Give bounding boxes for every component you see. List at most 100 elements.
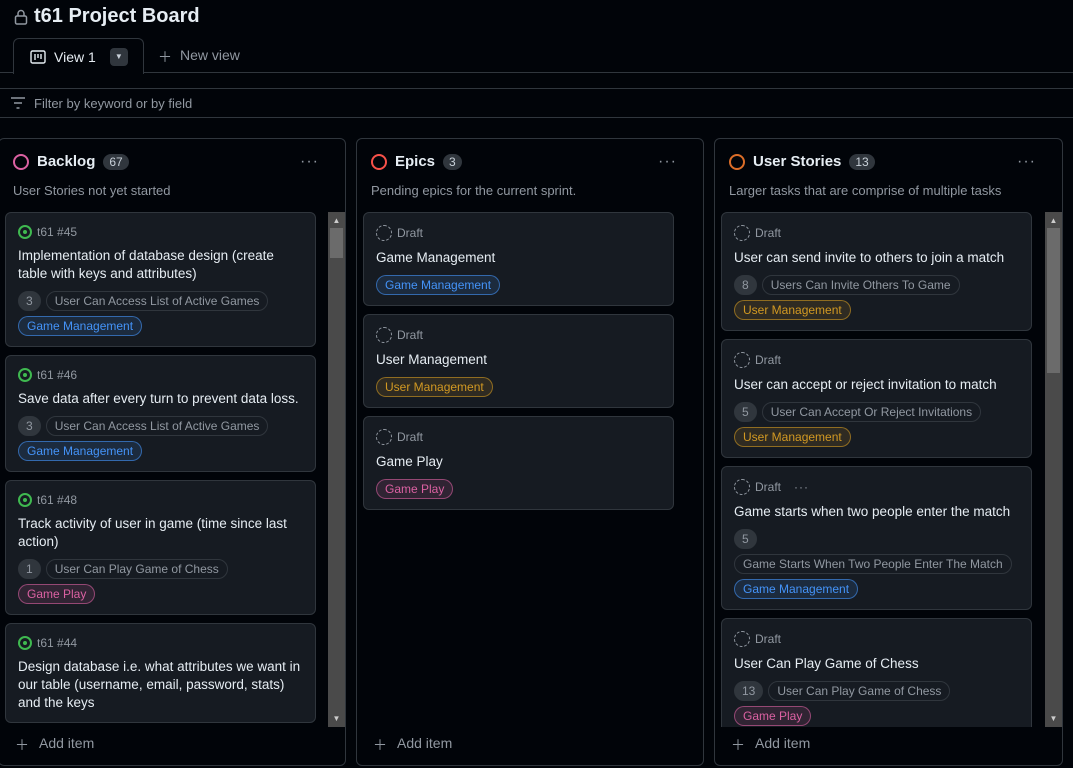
tab-view-1[interactable]: View 1 ▼: [13, 38, 144, 74]
draft-icon: [376, 225, 392, 241]
column-count: 3: [443, 153, 462, 170]
add-item-button[interactable]: ＋ Add item: [15, 735, 94, 755]
card[interactable]: t61 #46 Save data after every turn to pre…: [5, 355, 316, 472]
scroll-down-arrow-icon[interactable]: ▼: [1045, 710, 1062, 727]
label-pill[interactable]: User Management: [734, 300, 851, 320]
add-item-button[interactable]: ＋ Add item: [373, 735, 452, 755]
plus-icon: ＋: [158, 49, 172, 65]
card-ref: t61 #46: [37, 368, 78, 382]
view-options-dropdown[interactable]: ▼: [109, 47, 128, 66]
card-title[interactable]: Save data after every turn to prevent da…: [18, 390, 303, 408]
card-title[interactable]: Game starts when two people enter the ma…: [734, 503, 1019, 521]
filter-input[interactable]: Filter by keyword or by field: [0, 88, 1073, 118]
filter-icon: [11, 97, 25, 109]
card-title[interactable]: User can accept or reject invitation to …: [734, 376, 1019, 394]
points-badge: 3: [18, 291, 41, 311]
add-item-label: Add item: [755, 735, 811, 751]
parent-issue-pill[interactable]: User Can Play Game of Chess: [45, 559, 228, 579]
label-pill[interactable]: Game Play: [734, 706, 812, 726]
label-pill[interactable]: Game Management: [18, 316, 143, 336]
card[interactable]: t61 #44 Design database i.e. what attribu…: [5, 623, 316, 723]
column-menu-button[interactable]: ···: [1017, 153, 1036, 171]
card-ref: t61 #44: [37, 636, 78, 650]
card-title[interactable]: Game Management: [376, 249, 661, 267]
points-badge: 8: [734, 275, 757, 295]
card[interactable]: Draft User can accept or reject invitatio…: [721, 339, 1032, 458]
card-ref: Draft: [755, 353, 782, 367]
new-view-button[interactable]: ＋ New view: [158, 47, 240, 67]
card-ref: Draft: [397, 430, 424, 444]
scroll-down-arrow-icon[interactable]: ▼: [328, 710, 345, 727]
plus-icon: ＋: [731, 737, 745, 753]
card-title[interactable]: User can send invite to others to join a…: [734, 249, 1019, 267]
card[interactable]: Draft Game Management Game Management: [363, 212, 674, 306]
card-menu-button[interactable]: ···: [794, 480, 809, 494]
draft-icon: [734, 225, 750, 241]
column-count: 67: [103, 153, 129, 170]
card[interactable]: Draft User Can Play Game of Chess 13 User C…: [721, 618, 1032, 727]
parent-issue-pill[interactable]: User Can Accept Or Reject Invitations: [761, 402, 982, 422]
card-title[interactable]: Track activity of user in game (time sin…: [18, 515, 303, 551]
scrollbar-thumb[interactable]: [330, 228, 343, 258]
card[interactable]: Draft User Management User Management: [363, 314, 674, 408]
card-meta: Draft: [376, 225, 661, 241]
parent-issue-pill[interactable]: Users Can Invite Others To Game: [761, 275, 960, 295]
card-meta: Draft ···: [734, 479, 1019, 495]
column-name: Epics: [395, 153, 436, 170]
card-ref: t61 #45: [37, 225, 78, 239]
card[interactable]: Draft ··· Game starts when two people ente…: [721, 466, 1032, 610]
points-badge: 5: [734, 529, 757, 549]
tab-label: View 1: [54, 48, 96, 65]
card-fields: Game Play: [376, 479, 661, 499]
column-scrollbar[interactable]: ▲ ▼: [328, 212, 345, 727]
scrollbar-thumb[interactable]: [1047, 228, 1060, 373]
column-backlog: Backlog 67 ··· User Stories not yet start…: [0, 138, 346, 766]
label-pill[interactable]: Game Play: [18, 584, 96, 604]
card-title[interactable]: User Management: [376, 351, 661, 369]
filter-placeholder: Filter by keyword or by field: [34, 95, 193, 111]
card-fields: 5 Game Starts When Two People Enter The M…: [734, 529, 1019, 599]
parent-issue-pill[interactable]: User Can Access List of Active Games: [45, 291, 269, 311]
add-item-label: Add item: [397, 735, 453, 751]
title-text: t61 Project Board: [34, 5, 200, 27]
label-pill[interactable]: Game Play: [376, 479, 454, 499]
card-title[interactable]: Game Play: [376, 453, 661, 471]
open-issue-icon: [18, 493, 32, 507]
card-fields: 3 User Can Access List of Active Games Gam…: [18, 291, 303, 336]
label-pill[interactable]: Game Management: [18, 441, 143, 461]
column-menu-button[interactable]: ···: [300, 153, 319, 171]
card-meta: Draft: [734, 352, 1019, 368]
parent-issue-pill[interactable]: User Can Play Game of Chess: [768, 681, 951, 701]
scroll-up-arrow-icon[interactable]: ▲: [1045, 212, 1062, 229]
card-title[interactable]: User Can Play Game of Chess: [734, 655, 1019, 673]
card[interactable]: t61 #45 Implementation of database design…: [5, 212, 316, 347]
card-meta: t61 #46: [18, 368, 303, 382]
card-title[interactable]: Design database i.e. what attributes we …: [18, 658, 303, 712]
card-title[interactable]: Implementation of database design (creat…: [18, 247, 303, 283]
card[interactable]: t61 #48 Track activity of user in game (t…: [5, 480, 316, 615]
label-pill[interactable]: User Management: [734, 427, 851, 447]
column-scrollbar[interactable]: ▲ ▼: [1045, 212, 1062, 727]
card-fields: 1 User Can Play Game of Chess Game Play: [18, 559, 303, 604]
parent-issue-pill[interactable]: User Can Access List of Active Games: [45, 416, 269, 436]
column-menu-button[interactable]: ···: [658, 153, 677, 171]
add-item-button[interactable]: ＋ Add item: [731, 735, 810, 755]
card[interactable]: Draft Game Play Game Play: [363, 416, 674, 510]
column-user-stories: User Stories 13 ··· Larger tasks that are…: [714, 138, 1063, 766]
card-ref: Draft: [755, 632, 782, 646]
column-header: Epics 3: [371, 153, 462, 170]
parent-issue-pill[interactable]: Game Starts When Two People Enter The Ma…: [734, 554, 1012, 574]
column-name: Backlog: [37, 153, 96, 170]
status-circle-icon: [13, 153, 29, 170]
label-pill[interactable]: User Management: [376, 377, 493, 397]
label-pill[interactable]: Game Management: [376, 275, 501, 295]
label-pill[interactable]: Game Management: [734, 579, 859, 599]
scroll-up-arrow-icon[interactable]: ▲: [328, 212, 345, 229]
card-fields: 5 User Can Accept Or Reject Invitations Us…: [734, 402, 1019, 447]
card-fields: 8 Users Can Invite Others To Game User Man…: [734, 275, 1019, 320]
card-list: Draft Game Management Game Management Draft…: [363, 212, 697, 727]
card-fields: User Management: [376, 377, 661, 397]
plus-icon: ＋: [373, 737, 387, 753]
card[interactable]: Draft User can send invite to others to j…: [721, 212, 1032, 331]
board-icon: [30, 49, 46, 64]
